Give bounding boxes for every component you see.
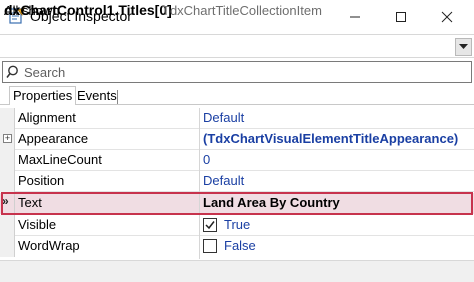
property-row-wordwrap[interactable]: WordWrap False bbox=[0, 236, 474, 257]
row-gutter bbox=[0, 236, 15, 257]
checkmark-icon bbox=[205, 221, 215, 230]
maximize-button[interactable] bbox=[378, 0, 424, 34]
property-name: Visible bbox=[18, 217, 57, 232]
property-value: False bbox=[224, 238, 256, 253]
close-button[interactable] bbox=[424, 0, 470, 34]
property-name: Position bbox=[18, 173, 65, 188]
visible-checkbox[interactable] bbox=[203, 218, 217, 232]
property-row-position[interactable]: Position Default bbox=[0, 171, 474, 192]
row-gutter bbox=[0, 108, 15, 129]
expand-icon[interactable]: + bbox=[3, 134, 12, 143]
selected-row-highlight bbox=[1, 192, 473, 215]
property-row-alignment[interactable]: Alignment Default bbox=[0, 108, 474, 129]
property-grid: Alignment Default + Appearance (TdxChart… bbox=[0, 108, 474, 259]
property-row-maxlinecount[interactable]: MaxLineCount 0 bbox=[0, 150, 474, 171]
tab-properties[interactable]: Properties bbox=[9, 86, 77, 105]
search-input[interactable] bbox=[24, 63, 464, 81]
property-name: Alignment bbox=[18, 110, 76, 125]
wordwrap-checkbox[interactable] bbox=[203, 239, 217, 253]
tab-events[interactable]: Events bbox=[77, 88, 117, 103]
minimize-icon bbox=[350, 16, 360, 18]
row-gutter bbox=[0, 171, 15, 192]
minimize-button[interactable] bbox=[332, 0, 378, 34]
maximize-icon bbox=[396, 12, 406, 22]
property-name: WordWrap bbox=[18, 238, 80, 253]
property-row-appearance[interactable]: + Appearance (TdxChartVisualElementTitle… bbox=[0, 129, 474, 150]
object-selector-dropdown-button[interactable] bbox=[455, 38, 472, 56]
close-icon bbox=[441, 11, 453, 23]
property-name: Appearance bbox=[18, 131, 89, 146]
property-name: MaxLineCount bbox=[18, 152, 102, 167]
search-icon bbox=[6, 64, 22, 80]
row-gutter bbox=[0, 215, 15, 236]
property-value: True bbox=[224, 217, 251, 232]
selected-object-class: TdxChartTitleCollectionItem bbox=[162, 3, 322, 18]
chevron-down-icon bbox=[459, 44, 468, 49]
property-row-visible[interactable]: Visible True bbox=[0, 215, 474, 236]
object-selector[interactable] bbox=[0, 34, 474, 58]
tab-separator bbox=[117, 90, 118, 104]
status-bar bbox=[0, 260, 474, 282]
property-value[interactable]: Default bbox=[203, 110, 244, 125]
row-gutter bbox=[0, 150, 15, 171]
property-value[interactable]: Default bbox=[203, 173, 244, 188]
status-text: All shown bbox=[4, 3, 60, 18]
property-value[interactable]: 0 bbox=[203, 152, 210, 167]
property-value[interactable]: (TdxChartVisualElementTitleAppearance) bbox=[203, 131, 458, 146]
column-separator[interactable] bbox=[199, 108, 200, 259]
